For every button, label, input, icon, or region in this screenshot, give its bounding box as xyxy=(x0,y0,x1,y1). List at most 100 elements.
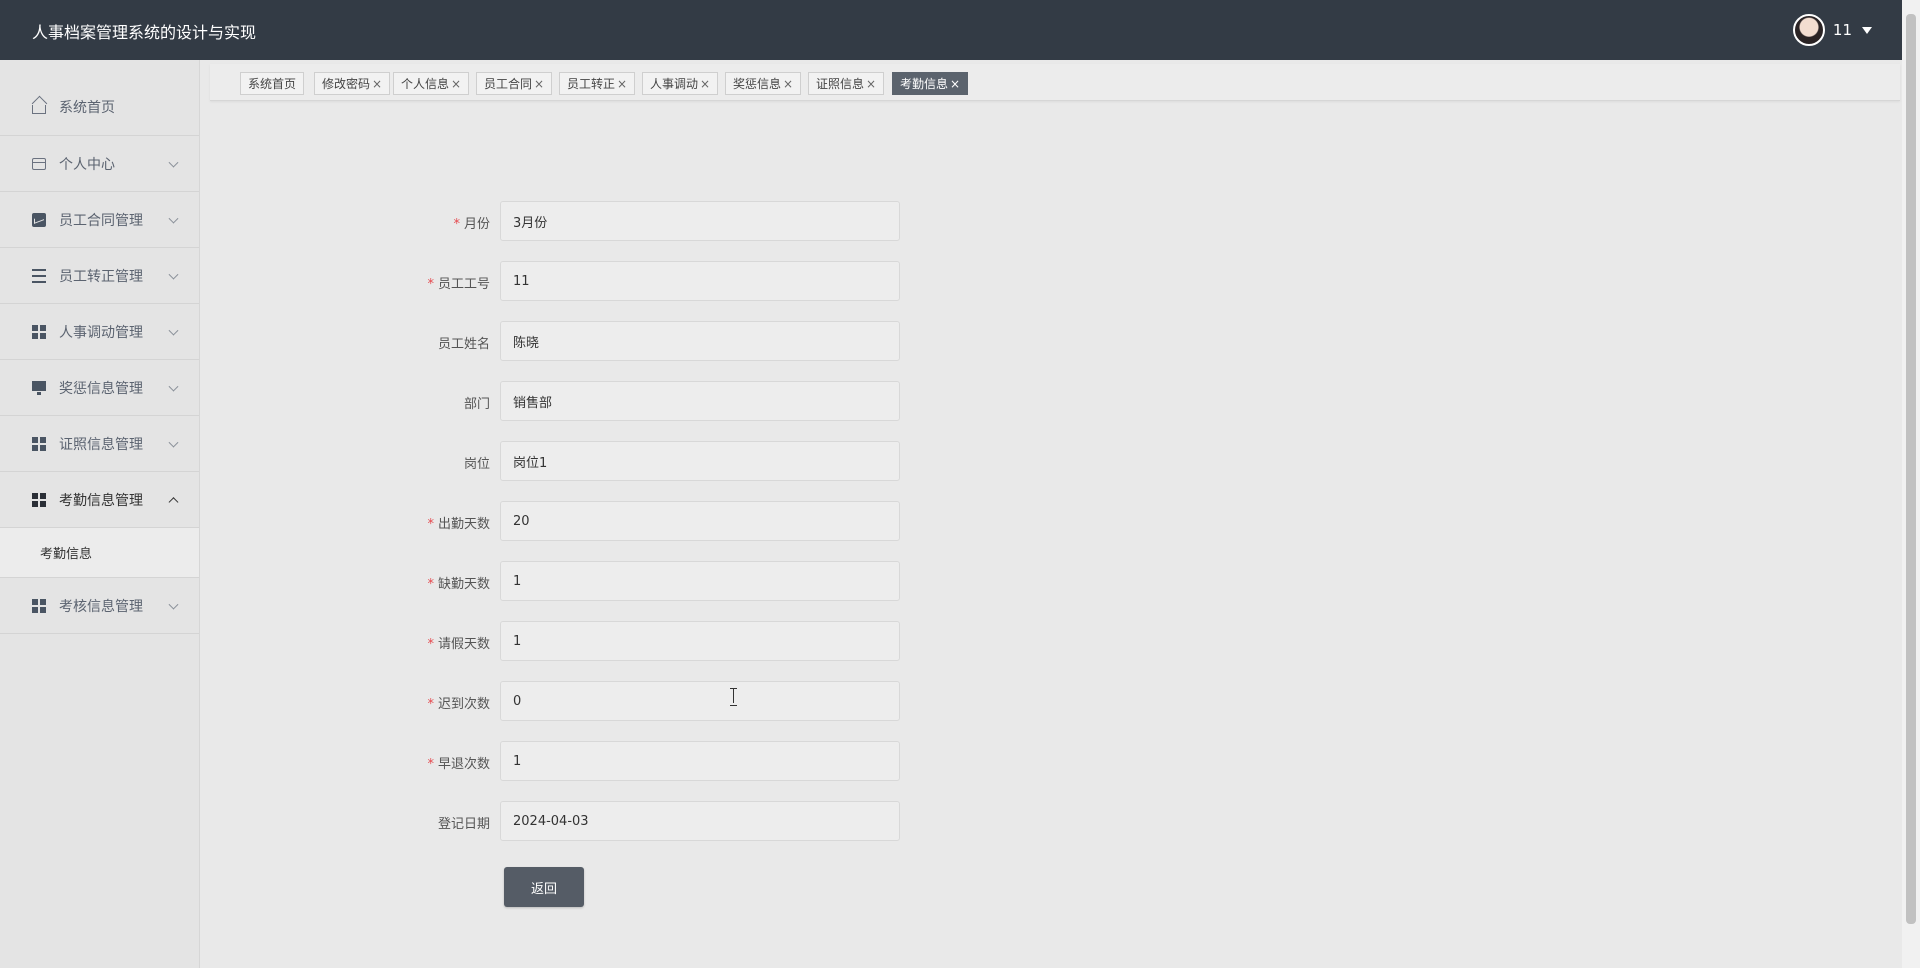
scrollbar-thumb[interactable] xyxy=(1906,14,1916,924)
top-header: 人事档案管理系统的设计与实现 11 xyxy=(0,0,1902,60)
form-row-employee-name: 员工姓名 陈晓 xyxy=(400,321,900,361)
grid-icon xyxy=(32,436,46,451)
attendance-days-field[interactable]: 20 xyxy=(500,501,900,541)
sidebar-subitem-label: 考勤信息 xyxy=(40,547,93,562)
field-label: 岗位 xyxy=(463,457,490,472)
tab-home[interactable]: 系统首页 xyxy=(240,72,305,95)
form-row-register-date: 登记日期 2024-04-03 xyxy=(400,801,900,841)
username[interactable]: 11 xyxy=(1833,21,1852,39)
sidebar-item-label: 人事调动管理 xyxy=(59,324,143,341)
sidebar-item-personal-center[interactable]: 个人中心 xyxy=(0,136,199,192)
tab-transfer[interactable]: 人事调动 × xyxy=(642,72,719,95)
close-icon[interactable]: × xyxy=(617,77,627,91)
required-mark: * xyxy=(427,577,434,592)
sidebar-item-regularization[interactable]: 员工转正管理 xyxy=(0,248,199,304)
field-label: * 出勤天数 xyxy=(427,517,490,532)
chart-icon xyxy=(32,212,46,227)
sidebar-item-rewards[interactable]: 奖惩信息管理 xyxy=(0,360,199,416)
department-field[interactable]: 销售部 xyxy=(500,381,900,421)
tab-personal-info[interactable]: 个人信息 × xyxy=(393,72,470,95)
field-label: * 缺勤天数 xyxy=(427,577,490,592)
required-mark: * xyxy=(427,757,434,772)
form-row-department: 部门 销售部 xyxy=(400,381,900,421)
form-row-late-count: * 迟到次数 0 xyxy=(400,681,900,721)
tab-rewards[interactable]: 奖惩信息 × xyxy=(725,72,802,95)
tab-label: 证照信息 xyxy=(816,77,865,91)
field-label: * 早退次数 xyxy=(427,757,490,772)
sidebar-item-certificates[interactable]: 证照信息管理 xyxy=(0,416,199,472)
position-field[interactable]: 岗位1 xyxy=(500,441,900,481)
sidebar-item-label: 系统首页 xyxy=(59,99,115,116)
form-row-month: * 月份 3月份 xyxy=(400,201,900,241)
form-row-early-leave-count: * 早退次数 1 xyxy=(400,741,900,781)
field-label: * 月份 xyxy=(453,217,490,232)
form-row-leave-days: * 请假天数 1 xyxy=(400,621,900,661)
grid-icon xyxy=(32,598,46,613)
tab-regularization[interactable]: 员工转正 × xyxy=(559,72,636,95)
chevron-down-icon xyxy=(168,599,179,610)
form-row-employee-id: * 员工工号 11 xyxy=(400,261,900,301)
field-label: 部门 xyxy=(463,397,490,412)
caret-down-icon[interactable] xyxy=(1862,26,1872,34)
user-menu[interactable]: 11 xyxy=(1792,14,1872,46)
chevron-down-icon xyxy=(168,213,179,224)
tab-attendance[interactable]: 考勤信息 × xyxy=(892,72,969,95)
close-icon[interactable]: × xyxy=(950,77,960,91)
required-mark: * xyxy=(453,217,460,232)
form-row-absence-days: * 缺勤天数 1 xyxy=(400,561,900,601)
month-field[interactable]: 3月份 xyxy=(500,201,900,241)
tab-certificates[interactable]: 证照信息 × xyxy=(808,72,885,95)
form-row-attendance-days: * 出勤天数 20 xyxy=(400,501,900,541)
sidebar-subitem-attendance-info[interactable]: 考勤信息 xyxy=(0,528,199,578)
chevron-down-icon xyxy=(168,325,179,336)
tab-contract[interactable]: 员工合同 × xyxy=(476,72,553,95)
list-icon xyxy=(32,268,46,283)
required-mark: * xyxy=(427,277,434,292)
chevron-down-icon xyxy=(168,157,179,168)
tab-label: 员工转正 xyxy=(567,77,616,91)
chevron-down-icon xyxy=(168,437,179,448)
vertical-scrollbar[interactable] xyxy=(1902,0,1920,968)
sidebar-item-label: 员工合同管理 xyxy=(59,212,143,229)
sidebar-item-assessment[interactable]: 考核信息管理 xyxy=(0,578,199,634)
field-label: * 请假天数 xyxy=(427,637,490,652)
tab-change-password[interactable]: 修改密码 × xyxy=(314,72,391,95)
register-date-field[interactable]: 2024-04-03 xyxy=(500,801,900,841)
early-leave-count-field[interactable]: 1 xyxy=(500,741,900,781)
close-icon[interactable]: × xyxy=(451,77,461,91)
grid-icon xyxy=(32,324,46,339)
absence-days-field[interactable]: 1 xyxy=(500,561,900,601)
monitor-icon xyxy=(32,380,46,395)
employee-name-field[interactable]: 陈晓 xyxy=(500,321,900,361)
required-mark: * xyxy=(427,637,434,652)
late-count-field[interactable]: 0 xyxy=(500,681,900,721)
leave-days-field[interactable]: 1 xyxy=(500,621,900,661)
text-cursor-icon xyxy=(730,688,738,706)
sidebar-item-label: 奖惩信息管理 xyxy=(59,380,143,397)
required-mark: * xyxy=(427,697,434,712)
close-icon[interactable]: × xyxy=(866,77,876,91)
avatar[interactable] xyxy=(1792,14,1825,46)
close-icon[interactable]: × xyxy=(783,77,793,91)
form-row-position: 岗位 岗位1 xyxy=(400,441,900,481)
field-label: 登记日期 xyxy=(437,817,490,832)
tab-label: 系统首页 xyxy=(248,77,297,91)
field-label: 员工姓名 xyxy=(437,337,490,352)
close-icon[interactable]: × xyxy=(534,77,544,91)
grid-icon xyxy=(32,492,46,507)
sidebar-item-attendance[interactable]: 考勤信息管理 xyxy=(0,472,199,528)
back-button[interactable]: 返回 xyxy=(504,867,584,907)
tab-label: 修改密码 xyxy=(322,77,371,91)
sidebar-item-home[interactable]: 系统首页 xyxy=(0,60,199,136)
close-icon[interactable]: × xyxy=(700,77,710,91)
sidebar-item-label: 员工转正管理 xyxy=(59,268,143,285)
sidebar-item-label: 证照信息管理 xyxy=(59,436,143,453)
sidebar-item-transfer[interactable]: 人事调动管理 xyxy=(0,304,199,360)
sidebar-item-contract[interactable]: 员工合同管理 xyxy=(0,192,199,248)
employee-id-field[interactable]: 11 xyxy=(500,261,900,301)
sidebar-item-label: 个人中心 xyxy=(59,156,115,173)
chevron-down-icon xyxy=(168,269,179,280)
chevron-down-icon xyxy=(168,381,179,392)
close-icon[interactable]: × xyxy=(372,77,382,91)
tab-label: 个人信息 xyxy=(401,77,450,91)
